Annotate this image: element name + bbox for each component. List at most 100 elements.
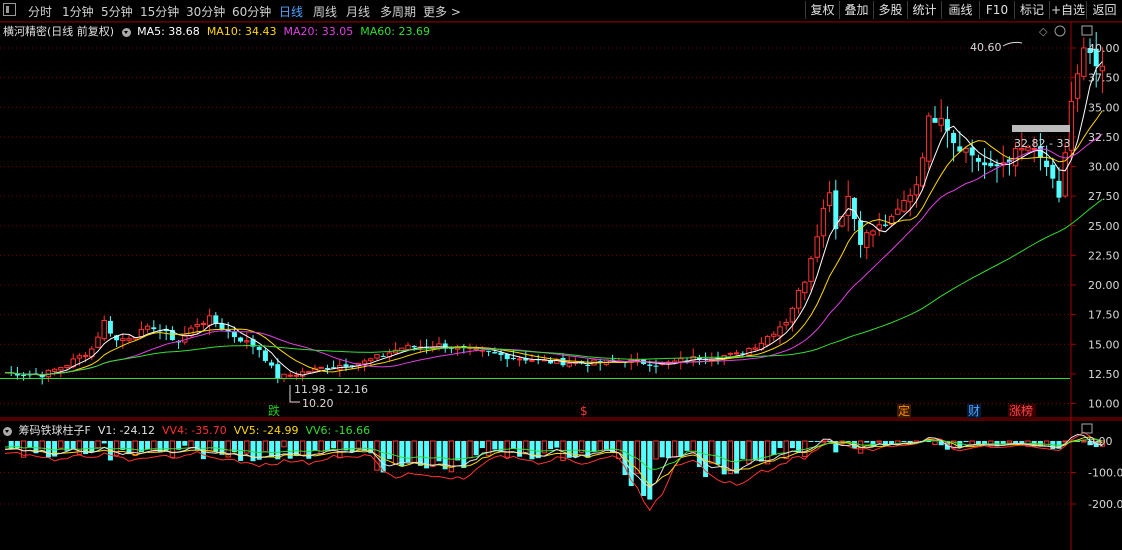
indicator-tick-label: 0.00 [1088,435,1113,448]
candle-body-up [895,208,901,215]
candle-body-up [814,236,820,258]
indicator-bar-down [678,441,684,457]
price-tick-label: 27.50 [1088,190,1120,203]
candle-body-up [566,362,572,367]
candle-body-down [492,352,498,354]
panel-settings-icon[interactable] [1081,25,1093,36]
nav-icon[interactable] [1054,25,1066,37]
price-tick-label: 12.50 [1088,368,1120,381]
candle-body-up [771,333,777,337]
range-label: 11.98 - 12.16 [294,383,368,396]
price-tick-label: 20.00 [1088,279,1120,292]
candle-body-up [368,358,374,362]
price-tick-label: 10.00 [1088,398,1120,411]
candle-body-up [845,195,851,216]
indicator-bar-down [380,441,386,473]
candle-body-down [324,367,330,369]
event-marker-drop[interactable]: 跌 [268,403,280,418]
candle-body-up [820,207,827,237]
indicator-bar-up [430,440,436,467]
candle-body-down [343,364,349,367]
price-tick-label: 35.00 [1088,101,1120,114]
candle-body-up [64,365,70,369]
candle-body-up [76,355,83,359]
candle-body-down [231,331,237,338]
candle-body-up [306,371,312,374]
candle-body-up [138,328,145,338]
price-tick-label: 30.00 [1088,161,1120,174]
candle-body-up [777,326,783,337]
candle-body-up [870,230,876,236]
indicator-dropdown-icon[interactable] [3,426,12,436]
indicator-bar-down [324,441,330,451]
candle-body-up [1074,73,1081,99]
indicator-bar-up [467,440,473,459]
candle-body-down [994,164,1000,167]
indicator-bar-down [510,441,516,449]
indicator-bar-up [58,440,64,449]
candle-body-down [262,350,268,361]
candle-body-up [839,215,845,227]
indicator-bar-up [876,440,882,443]
candle-body-down [238,337,244,342]
candle-body-up [405,344,411,351]
indicator-lines [4,431,1103,512]
candle-body-up [901,199,907,212]
price-tick-label: 40.00 [1088,42,1120,55]
candle-body-up [318,366,324,369]
indicator-legend: 筹码铁球柱子F V1: -24.12 VV4: -35.70 VV5: -24.… [3,422,370,438]
candle-body-up [361,360,368,365]
candle-body-down [256,346,262,350]
event-marker-ding[interactable]: 定 [898,403,910,418]
indicator-line [4,436,1103,487]
price-grid [0,47,1076,404]
indicator-bar-up [523,440,529,455]
event-marker-zhangbang[interactable]: 涨榜 [1009,403,1033,418]
indicator-bar-down [331,441,337,449]
candle-body-down [858,220,864,245]
candle-body-down [932,117,938,123]
diamond-icon[interactable]: ◇ [1039,25,1048,38]
indicator-bar-down [70,441,76,450]
candle-body-up [244,340,250,343]
ma20-label: MA20: 33.05 [283,25,354,38]
candle-body-up [144,325,151,330]
indicator-bar-down [789,441,795,449]
indicator-bar-down [554,441,560,448]
candle-body-up [764,336,771,346]
indicator-bar-down [715,441,721,465]
indicator-bar-down [349,441,355,452]
kline-chart[interactable]: 32.82 - 33 40.60 11.98 - 12.16 10.20 跌 $… [0,0,1122,550]
candle-body-down [275,364,281,379]
candle-body-down [486,350,492,352]
candle-body-up [126,338,132,341]
indicator-bar-down [312,441,318,451]
candle-body-down [988,162,994,167]
indicator-bar-down [808,441,814,442]
indicator-bar-up [318,440,324,455]
indicator-bar-up [411,440,417,463]
candle-body-down [151,327,157,330]
candle-body-up [200,323,207,326]
candle-body-up [913,184,920,196]
candle-body-up [51,368,58,372]
indicator-bar-up [709,440,715,464]
candle-body-up [938,117,944,126]
event-marker-dollar[interactable]: $ [580,404,588,418]
candle-body-up [1081,47,1087,77]
ma-line [4,133,1103,376]
candle-body-down [951,132,957,144]
indicator-axis: 0.00 -100.0 -200.0 [1088,435,1122,511]
indicator-bar-up [206,440,213,452]
dropdown-icon[interactable] [121,27,131,37]
indicator-bar-up [671,440,678,458]
price-tick-label: 22.50 [1088,249,1120,262]
candle-body-up [864,232,870,248]
event-marker-finance[interactable]: 财 [968,404,980,418]
candle-body-down [982,162,988,166]
candle-body-up [789,307,796,323]
price-tick-label: 17.50 [1088,309,1120,322]
indicator-settings-icon[interactable] [1081,423,1093,434]
indicator-bar-up [151,440,157,452]
indicator-bar-down [436,441,442,462]
